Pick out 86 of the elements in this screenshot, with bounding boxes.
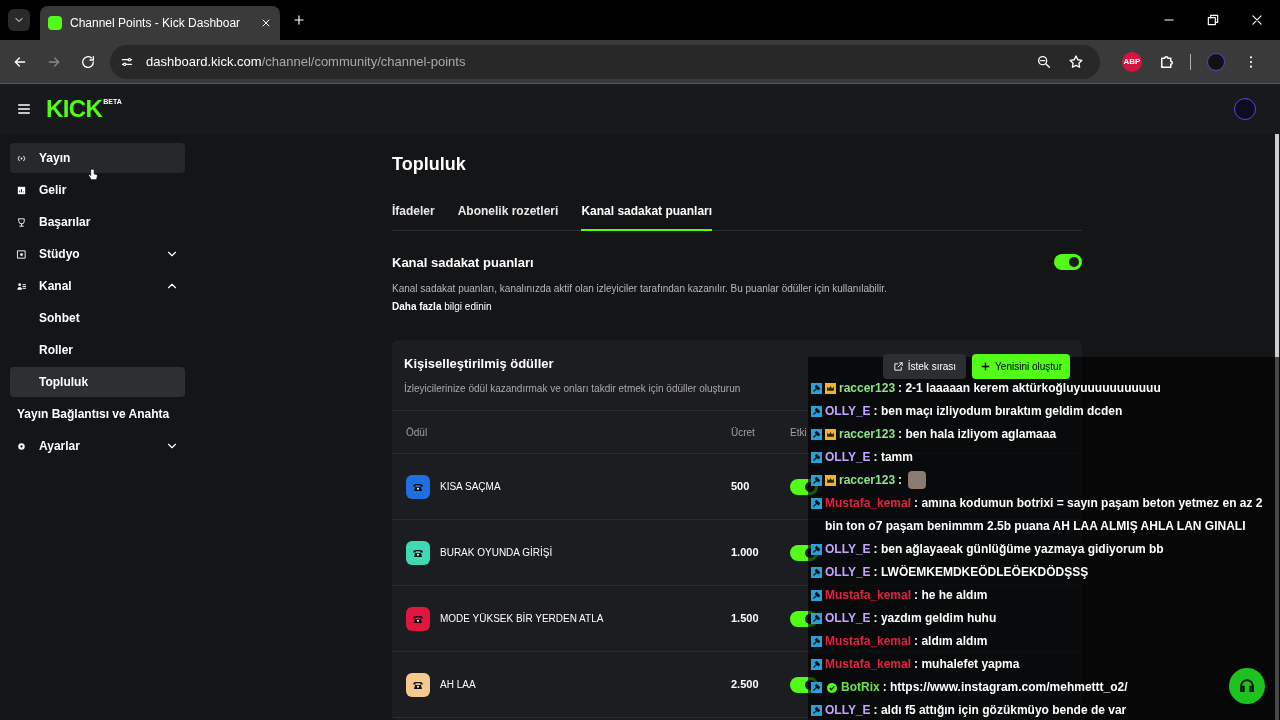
card-subtitle: İzleyicilerinize ödül kazandırmak ve onları takdir etmek için ödüller oluşturun bbox=[404, 381, 741, 396]
sidebar-item[interactable]: Gelir bbox=[10, 175, 185, 205]
plus-icon bbox=[980, 360, 992, 372]
menu-icon[interactable] bbox=[16, 101, 32, 117]
moderator-badge-icon bbox=[811, 636, 822, 647]
reward-cost: 1.500 bbox=[731, 611, 760, 627]
moderator-badge-icon bbox=[811, 590, 822, 601]
trophy-icon bbox=[16, 216, 27, 228]
chat-message: OLLY_E : aldı f5 attığın için gözükmüyo bende de var bbox=[825, 702, 1127, 719]
chart-icon bbox=[16, 184, 27, 196]
sidebar-item[interactable]: Kanal bbox=[10, 271, 185, 301]
moderator-badge-icon bbox=[811, 567, 822, 578]
reload-icon[interactable] bbox=[80, 53, 96, 70]
sidebar-item[interactable]: Başarılar bbox=[10, 207, 185, 237]
chat-message: OLLY_E : ben ağlayaeak günlüğüme yazmaya gidiyorum bb bbox=[825, 541, 1164, 558]
reward-cost: 500 bbox=[731, 479, 751, 495]
chat-message: OLLY_E : yazdım geldim huhu bbox=[825, 610, 997, 627]
sidebar-item[interactable]: Ayarlar bbox=[10, 431, 185, 461]
kick-favicon-icon bbox=[48, 16, 62, 30]
learn-more-link[interactable]: Daha fazla bilgi edinin bbox=[392, 298, 1054, 314]
moderator-badge-icon bbox=[811, 406, 822, 417]
create-button[interactable]: Yenisini oluştur bbox=[972, 353, 1070, 379]
page-title: Topluluk bbox=[392, 153, 467, 176]
tab[interactable]: Abonelik rozetleri bbox=[457, 202, 559, 231]
reward-name: KISA SAÇMA bbox=[440, 480, 501, 494]
moderator-badge-icon bbox=[811, 544, 822, 555]
chat-message: Mustafa_kemal : muhalefet yapma bbox=[825, 656, 1020, 673]
chat-message: raccer123 : 2-1 laaaaan kerem aktürkoğluyuuuuuuuuuuu bbox=[839, 380, 1161, 397]
chat-message: OLLY_E : tamm bbox=[825, 449, 913, 466]
moderator-badge-icon bbox=[811, 475, 822, 486]
moderator-badge-icon bbox=[811, 705, 822, 716]
reward-cost: 1.000 bbox=[731, 545, 760, 561]
tab-title: Channel Points - Kick Dashboar bbox=[70, 15, 242, 32]
camera-icon bbox=[16, 248, 27, 260]
external-link-icon bbox=[892, 360, 904, 372]
moderator-badge-icon bbox=[811, 682, 822, 693]
browser-tab[interactable]: Channel Points - Kick Dashboar bbox=[40, 6, 280, 40]
sidebar-subitem[interactable]: Topluluk bbox=[10, 367, 185, 397]
toggle-switch[interactable] bbox=[1054, 254, 1082, 270]
user-avatar[interactable] bbox=[1234, 98, 1256, 120]
sidebar-item[interactable]: Yayın bbox=[10, 143, 185, 173]
restore-icon[interactable] bbox=[1206, 13, 1220, 27]
chat-message: BotRix : https://www.instagram.com/mehmettt_o2/ bbox=[841, 679, 1128, 696]
moderator-badge-icon bbox=[811, 452, 822, 463]
sidebar-subitem[interactable]: Sohbet bbox=[10, 303, 185, 333]
reward-cost: 2.500 bbox=[731, 677, 760, 693]
reward-name: BURAK OYUNDA GİRİŞİ bbox=[440, 545, 553, 560]
chat-message: raccer123 : ben hala izliyom aglamaaa bbox=[839, 426, 1057, 443]
settings-icon bbox=[16, 440, 27, 452]
tab[interactable]: İfadeler bbox=[392, 202, 435, 231]
section-description: Kanal sadakat puanları, kanalınızda aktif olan izleyiciler tarafından kazanılır. Bu puanlar ödüller için kullanılabilir. bbox=[392, 281, 888, 296]
chat-message: raccer123 : bbox=[839, 472, 903, 489]
star-icon[interactable] bbox=[1068, 53, 1084, 70]
moderator-badge-icon bbox=[811, 659, 822, 670]
moderator-badge-icon bbox=[811, 383, 822, 394]
address-bar[interactable]: dashboard.kick.com/channel/community/channel-points bbox=[110, 44, 1100, 79]
section-title: Kanal sadakat puanları bbox=[392, 254, 535, 272]
reward-name: MODE YÜKSEK BİR YERDEN ATLA bbox=[440, 611, 604, 626]
chat-message: Mustafa_kemal : he he aldım bbox=[825, 587, 988, 604]
users-icon bbox=[16, 280, 27, 292]
plus-icon[interactable] bbox=[292, 13, 306, 27]
chat-message: OLLY_E : LWÖEMKEMDKEÖDLEÖEKDÖDŞSŞ bbox=[825, 564, 1089, 581]
card-title: Kişiselleştirilmiş ödüller bbox=[404, 354, 555, 373]
sidebar-subitem[interactable]: Roller bbox=[10, 335, 185, 365]
column-header: Etki bbox=[790, 426, 807, 438]
chat-message: Mustafa_kemal : aldım aldım bbox=[825, 633, 988, 650]
reward-name: AH LAA bbox=[440, 678, 476, 692]
extension-button[interactable]: ABP bbox=[1122, 51, 1142, 72]
column-header: Ücret bbox=[731, 426, 755, 438]
moderator-badge-icon bbox=[811, 429, 822, 440]
url-text: dashboard.kick.com/channel/community/channel-points bbox=[146, 52, 466, 71]
moderator-badge-icon bbox=[811, 498, 822, 509]
sidebar-subitem[interactable]: Yayın Bağlantısı ve Anahta bbox=[10, 399, 185, 429]
tab-list-button[interactable] bbox=[8, 9, 30, 31]
profile-avatar[interactable] bbox=[1207, 52, 1225, 71]
tab[interactable]: Kanal sadakat puanları bbox=[581, 202, 713, 231]
chat-message: OLLY_E : ben maçı izliyodum bıraktım geldim dcden bbox=[825, 403, 1123, 420]
close-icon[interactable] bbox=[260, 17, 272, 29]
chat-message: Mustafa_kemal : amına kodumun botrixi = sayın paşam beton yetmez en az 2 bin ton o7 paşam benimmm 2.5b puana AH LAA ALMIŞ AHLA LAN GINALI bbox=[825, 495, 1264, 535]
sidebar-item[interactable]: Stüdyo bbox=[10, 239, 185, 269]
scrollbar[interactable] bbox=[1275, 134, 1279, 720]
zoom-out-icon[interactable] bbox=[1036, 53, 1052, 70]
moderator-badge-icon bbox=[811, 613, 822, 624]
queue-button[interactable]: İstek sırası bbox=[882, 353, 967, 379]
column-header: Ödül bbox=[406, 426, 428, 438]
close-icon[interactable] bbox=[1250, 13, 1264, 27]
